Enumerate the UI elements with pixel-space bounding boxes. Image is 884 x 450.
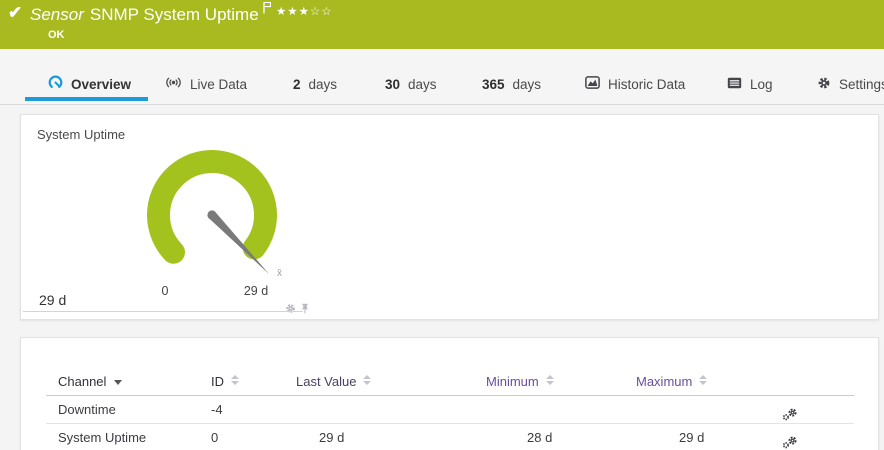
tab-30-days[interactable]: 30 days: [385, 73, 437, 95]
cell-id: 0: [211, 430, 219, 445]
column-header-channel[interactable]: Channel: [58, 368, 123, 395]
tab-2-days-unit: days: [308, 76, 338, 92]
cell-id: -4: [211, 402, 223, 417]
tab-log-label: Log: [750, 76, 773, 92]
gauge-scale-min: 0: [161, 284, 169, 298]
table-header-row: Channel ID Last Value Minimum Maximum: [46, 368, 854, 396]
channels-table-panel: Channel ID Last Value Minimum Maximum Do…: [20, 337, 879, 450]
tab-historic-data-label: Historic Data: [608, 76, 686, 92]
tab-historic-data[interactable]: Historic Data: [585, 73, 685, 95]
gauge-panel: System Uptime x̄ 0 29 d 29 d: [20, 114, 879, 320]
gear-icon: [817, 76, 831, 93]
gears-icon: [782, 408, 797, 421]
column-header-minimum[interactable]: Minimum: [486, 368, 554, 395]
column-header-maximum[interactable]: Maximum: [636, 368, 708, 395]
active-tab-underline: [25, 97, 148, 101]
gauge-footer-divider: [23, 311, 303, 312]
tab-bar: Overview Live Data 2 days 30 days 365 da…: [0, 49, 884, 105]
tab-30-days-number: 30: [385, 76, 401, 92]
tab-365-days-unit: days: [512, 76, 542, 92]
sort-icon: [363, 375, 372, 385]
tab-overview[interactable]: Overview: [48, 73, 131, 95]
sort-icon: [699, 375, 708, 385]
channel-settings-button[interactable]: [782, 431, 798, 450]
gauge-settings-gear-icon[interactable]: [285, 301, 296, 319]
sensor-kind-label: Sensor: [30, 5, 84, 24]
column-header-last-value[interactable]: Last Value: [296, 368, 372, 395]
gauge-pin-icon[interactable]: [300, 301, 310, 319]
sort-desc-icon: [114, 380, 123, 385]
tab-365-days-number: 365: [482, 76, 505, 92]
table-row-system-uptime[interactable]: System Uptime 0 29 d 28 d 29 d: [46, 424, 854, 450]
gauge-arc: [146, 150, 277, 264]
gauge-current-value: 29 d: [39, 292, 67, 308]
broadcast-icon: [165, 76, 182, 92]
column-header-minimum-label: Minimum: [486, 374, 539, 389]
tab-settings[interactable]: Settings: [817, 73, 884, 95]
sensor-name: SNMP System Uptime: [89, 5, 259, 24]
column-header-last-value-label: Last Value: [296, 374, 357, 389]
tab-2-days[interactable]: 2 days: [293, 73, 337, 95]
gauge-title: System Uptime: [37, 127, 126, 142]
tab-live-data-label: Live Data: [190, 76, 248, 92]
cell-channel: Downtime: [58, 402, 116, 417]
status-badge: OK: [48, 29, 65, 41]
sensor-title: Sensor SNMP System Uptime: [30, 1, 273, 25]
sensor-header: ✔ Sensor SNMP System Uptime ★★★☆☆ OK: [0, 0, 884, 49]
gears-icon: [782, 436, 797, 449]
uptime-gauge: x̄: [146, 150, 282, 279]
tab-live-data[interactable]: Live Data: [165, 73, 247, 95]
cell-last-value: 29 d: [319, 430, 345, 445]
historic-chart-icon: [585, 76, 600, 92]
tab-log[interactable]: Log: [727, 73, 773, 95]
sort-icon: [231, 375, 239, 385]
table-row-downtime[interactable]: Downtime -4: [46, 396, 854, 424]
cell-minimum: 28 d: [527, 430, 553, 445]
priority-stars[interactable]: ★★★☆☆: [276, 4, 333, 18]
tab-365-days[interactable]: 365 days: [482, 73, 541, 95]
gauge-avg-marker: x̄: [277, 268, 282, 279]
gauge-scale-max: 29 d: [243, 284, 269, 298]
prtg-sensor-page: ✔ Sensor SNMP System Uptime ★★★☆☆ OK Over…: [0, 0, 884, 450]
log-icon: [727, 77, 742, 92]
column-header-maximum-label: Maximum: [636, 374, 693, 389]
gauge-footer-icons: [285, 301, 310, 319]
ok-check-icon: ✔: [8, 3, 23, 22]
cell-maximum: 29 d: [679, 430, 705, 445]
column-header-id[interactable]: ID: [211, 368, 239, 395]
tab-2-days-number: 2: [293, 76, 301, 92]
tab-overview-label: Overview: [71, 76, 132, 92]
cell-channel: System Uptime: [58, 430, 147, 445]
column-header-channel-label: Channel: [58, 374, 107, 389]
priority-flag-icon[interactable]: [262, 0, 273, 19]
sort-icon: [545, 375, 554, 385]
column-header-id-label: ID: [211, 374, 224, 389]
overview-gauge-icon: [48, 75, 63, 93]
channels-table: Channel ID Last Value Minimum Maximum Do…: [46, 368, 854, 450]
tab-settings-label: Settings: [839, 76, 884, 92]
tab-30-days-unit: days: [408, 76, 437, 92]
